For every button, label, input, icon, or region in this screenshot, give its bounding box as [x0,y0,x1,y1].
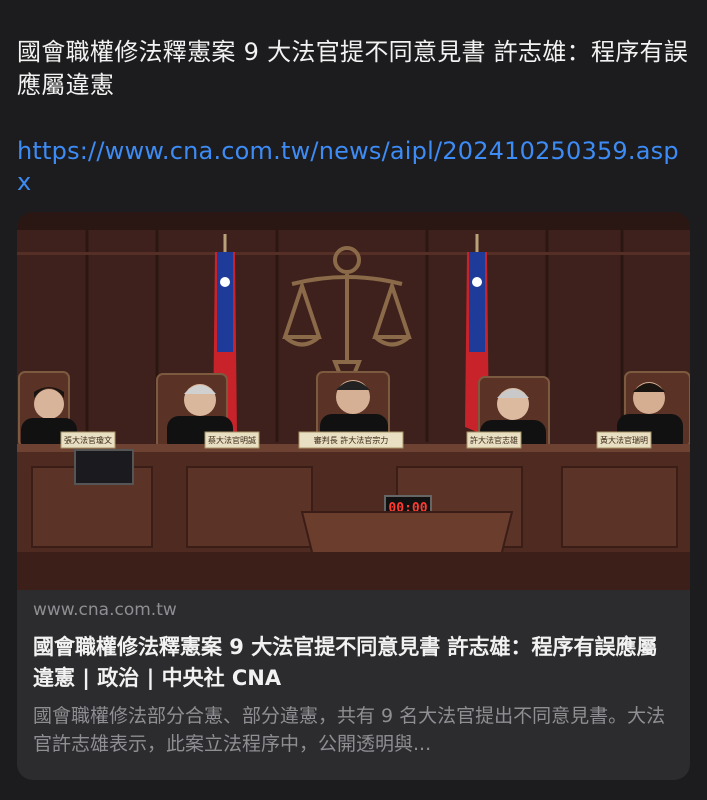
nameplate: 許大法官志雄 [470,435,518,445]
preview-description: 國會職權修法部分合憲、部分違憲，共有 9 名大法官提出不同意見書。大法官許志雄表… [33,705,666,755]
preview-title: 國會職權修法釋憲案 9 大法官提不同意見書 許志雄：程序有誤應屬違憲 | 政治 … [33,635,658,690]
preview-meta: www.cna.com.tw 國會職權修法釋憲案 9 大法官提不同意見書 許志雄… [33,598,674,758]
nameplate: 張大法官瓊文 [64,435,112,445]
link-preview-card[interactable]: 張大法官瓊文 蔡大法官明誠 審判長 許大法官宗力 許大法官志雄 黃大法官瑞明 0… [17,212,690,780]
nameplate: 蔡大法官明誠 [208,435,256,445]
nameplate: 審判長 許大法官宗力 [314,435,389,445]
message-link[interactable]: https://www.cna.com.tw/news/aipl/2024102… [17,136,689,198]
message-text: 國會職權修法釋憲案 9 大法官提不同意見書 許志雄：程序有誤應屬違憲 [17,38,689,99]
nameplate: 黃大法官瑞明 [600,435,648,445]
preview-domain: www.cna.com.tw [33,600,177,620]
preview-image: 張大法官瓊文 蔡大法官明誠 審判長 許大法官宗力 許大法官志雄 黃大法官瑞明 0… [17,212,690,590]
chat-message: 國會職權修法釋憲案 9 大法官提不同意見書 許志雄：程序有誤應屬違憲 https… [17,36,689,198]
